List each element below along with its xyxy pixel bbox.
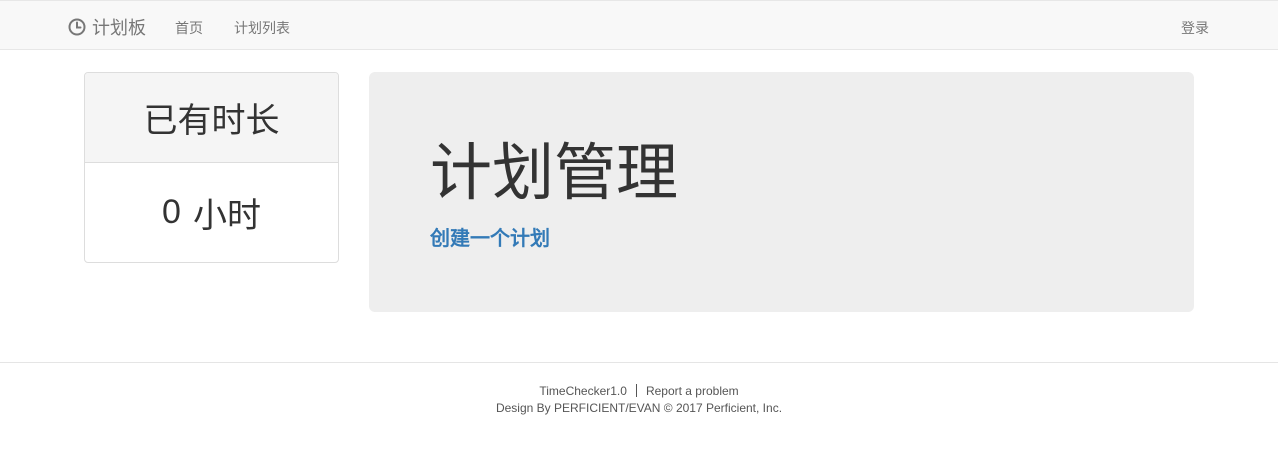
- nav-login-link[interactable]: 登录: [1181, 18, 1209, 38]
- top-navbar: 计划板 首页 计划列表 登录: [0, 0, 1278, 50]
- footer-links-row: TimeChecker1.0 Report a problem: [0, 384, 1278, 398]
- report-problem-link[interactable]: Report a problem: [646, 384, 739, 398]
- footer-credits: Design By PERFICIENT/EVAN © 2017 Perfici…: [495, 401, 783, 415]
- nav-plan-list-link[interactable]: 计划列表: [234, 18, 290, 38]
- hours-panel: 已有时长 0 小时: [84, 72, 339, 263]
- nav-home-link[interactable]: 首页: [175, 18, 203, 38]
- hours-value: 0: [162, 193, 181, 231]
- plan-management-jumbotron: 计划管理 创建一个计划: [369, 72, 1194, 312]
- footer-divider: [635, 384, 637, 397]
- app-version: TimeChecker1.0: [539, 384, 627, 398]
- clock-icon: [68, 18, 86, 36]
- hours-panel-heading: 已有时长: [85, 73, 338, 163]
- brand-label: 计划板: [92, 18, 146, 38]
- footer: TimeChecker1.0 Report a problem Design By…: [0, 362, 1278, 415]
- hours-panel-body: 0 小时: [85, 163, 338, 262]
- page-title: 计划管理: [430, 136, 679, 209]
- brand-link[interactable]: 计划板: [68, 14, 146, 40]
- create-plan-link[interactable]: 创建一个计划: [430, 222, 550, 251]
- hours-unit: 小时: [192, 196, 261, 236]
